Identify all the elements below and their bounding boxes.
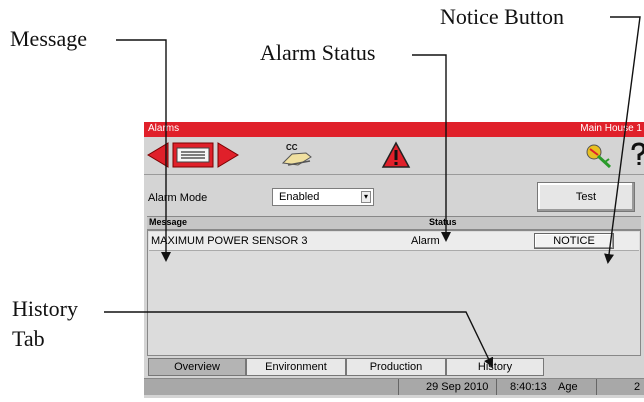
forward-arrow-icon[interactable] [216, 141, 240, 169]
status-bar: 29 Sep 2010 8:40:13 Age 2 [144, 378, 644, 395]
alarm-mode-select[interactable]: Enabled ▾ [272, 188, 374, 206]
row-message: MAXIMUM POWER SENSOR 3 [151, 235, 308, 247]
tab-production[interactable]: Production [346, 358, 446, 376]
toolbar-divider [144, 174, 644, 175]
row-status: Alarm [411, 235, 440, 247]
window-title: Alarms [148, 123, 180, 134]
table-row[interactable]: MAXIMUM POWER SENSOR 3 Alarm NOTICE [149, 232, 639, 251]
cc-hand-icon[interactable]: CC [280, 141, 314, 169]
test-button[interactable]: Test [537, 182, 635, 212]
header-status: Status [429, 217, 457, 227]
alarm-mode-value: Enabled [279, 191, 320, 203]
callout-notice-button: Notice Button [440, 4, 565, 29]
back-arrow-icon[interactable] [146, 141, 170, 169]
help-icon[interactable] [630, 141, 644, 169]
notice-button[interactable]: NOTICE [534, 233, 614, 249]
status-separator [496, 379, 497, 395]
key-icon[interactable] [584, 141, 614, 169]
status-age-value: 2 [634, 381, 641, 393]
status-separator [398, 379, 399, 395]
dropdown-arrow-icon[interactable]: ▾ [361, 191, 371, 203]
svg-text:CC: CC [286, 143, 298, 152]
toolbar: CC [144, 137, 644, 173]
alarms-screen: Alarms Main House 1 CC Alarm Mode Enable… [144, 122, 644, 398]
list-icon[interactable] [172, 141, 214, 169]
tab-overview[interactable]: Overview [148, 358, 246, 376]
callout-history-tab-line2: Tab [12, 326, 45, 351]
tab-history[interactable]: History [446, 358, 544, 376]
alarm-list: MAXIMUM POWER SENSOR 3 Alarm NOTICE [147, 230, 641, 356]
warning-icon[interactable] [381, 141, 411, 169]
status-age-label: Age [558, 381, 578, 393]
alarm-mode-label: Alarm Mode [148, 192, 208, 204]
callout-history-tab-line1: History [12, 296, 78, 321]
status-date: 29 Sep 2010 [426, 381, 489, 393]
status-separator [596, 379, 597, 395]
callout-message: Message [10, 26, 87, 51]
tab-bar: Overview Environment Production History [144, 358, 644, 376]
alarm-list-header: Message Status [147, 216, 641, 230]
callout-alarm-status: Alarm Status [260, 40, 376, 65]
title-bar: Alarms Main House 1 [144, 122, 644, 137]
header-message: Message [149, 217, 188, 227]
tab-environment[interactable]: Environment [246, 358, 346, 376]
status-time: 8:40:13 [510, 381, 547, 393]
location-label: Main House 1 [580, 123, 642, 134]
